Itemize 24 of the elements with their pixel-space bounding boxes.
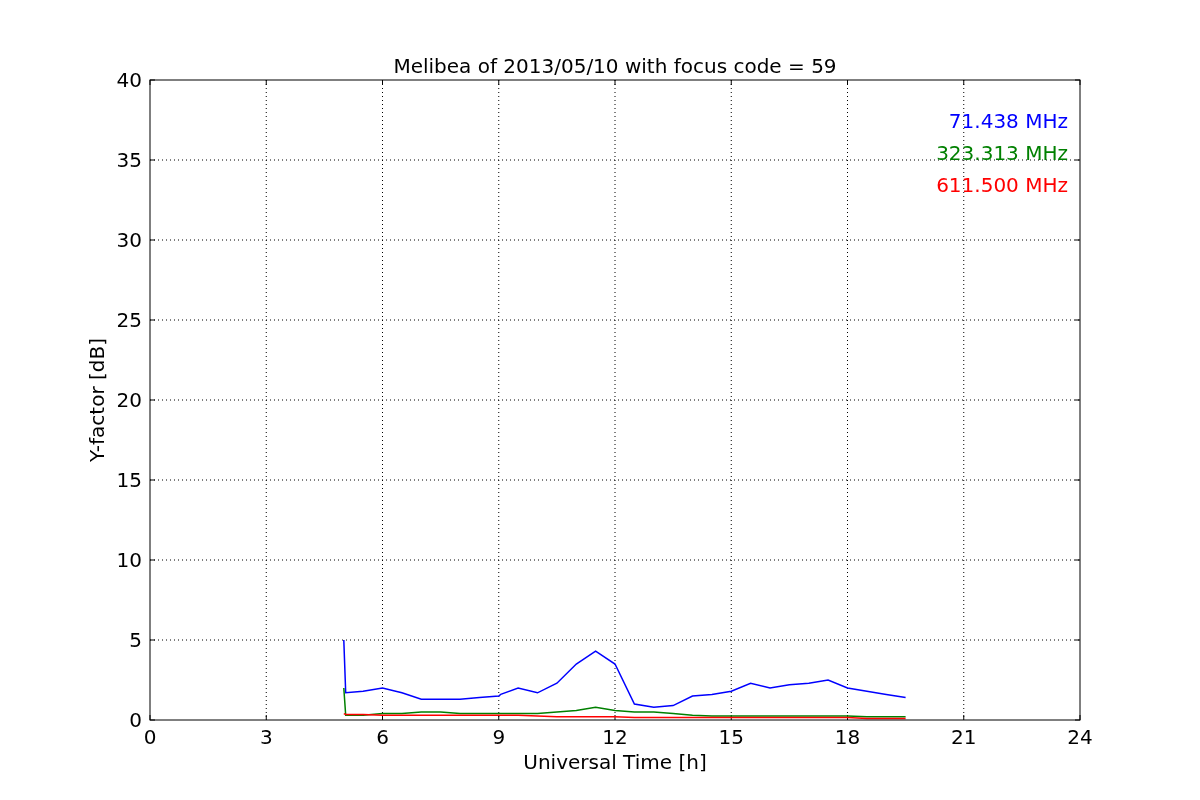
legend-label: 71.438 MHz [948,109,1068,133]
x-tick-label: 3 [259,725,273,749]
legend-label: 611.500 MHz [936,173,1068,197]
y-tick-label: 0 [129,708,142,732]
y-axis-title: Y-factor [dB] [85,338,109,462]
y-tick-label: 5 [129,628,142,652]
x-tick-label: 9 [492,725,506,749]
x-tick-label: 6 [376,725,389,749]
x-tick-label: 18 [834,725,861,749]
x-tick-label: 24 [1067,725,1093,749]
y-tick-label: 20 [116,388,142,412]
x-tick-label: 21 [951,725,977,749]
x-tick-label: 15 [718,725,744,749]
x-axis-title: Universal Time [h] [523,750,707,774]
x-tick-label: 12 [602,725,628,749]
y-tick-label: 10 [116,548,142,572]
legend-label: 323.313 MHz [936,141,1068,165]
y-tick-label: 35 [116,148,142,172]
x-tick-label: 0 [143,725,157,749]
y-tick-label: 40 [116,68,142,92]
chart-title: Melibea of 2013/05/10 with focus code = 59 [393,54,837,78]
y-tick-label: 30 [116,228,142,252]
y-tick-label: 25 [116,308,142,332]
y-tick-label: 15 [116,468,142,492]
